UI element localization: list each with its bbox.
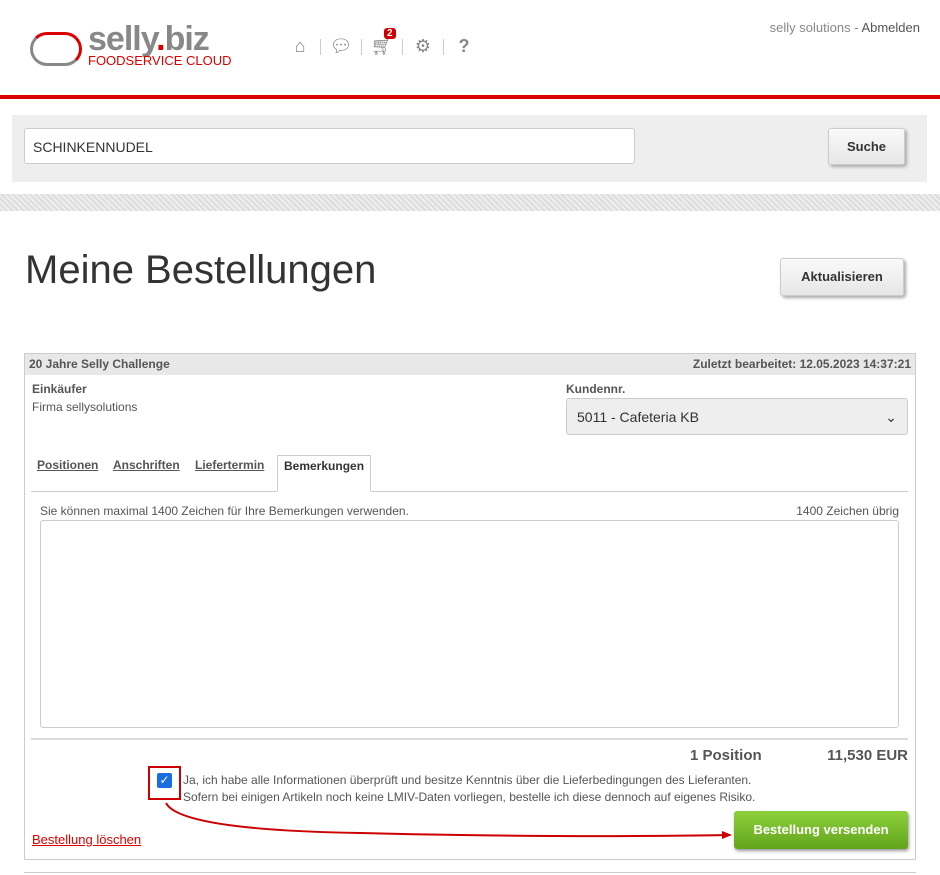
header-bar <box>0 95 940 99</box>
order-tabs: Positionen Anschriften Liefertermin Beme… <box>31 455 908 492</box>
delete-order-link[interactable]: Bestellung löschen <box>32 832 141 847</box>
buyer-value: Firma sellysolutions <box>32 400 138 414</box>
search-input[interactable]: SCHINKENNUDEL <box>24 128 635 164</box>
order-total: 11,530 EUR <box>827 747 908 764</box>
user-name: selly solutions <box>769 20 851 35</box>
confirm-line-1: Ja, ich habe alle Informationen überprüf… <box>183 773 752 787</box>
chevron-down-icon: ⌄ <box>885 409 897 425</box>
tab-anschriften[interactable]: Anschriften <box>107 455 186 475</box>
order-header: 20 Jahre Selly Challenge Zuletzt bearbeit… <box>25 354 915 375</box>
chat-icon[interactable]: 💬︎ <box>321 36 361 57</box>
confirm-checkbox[interactable]: ✓ <box>157 773 172 788</box>
send-order-button[interactable]: Bestellung versenden <box>734 811 908 849</box>
logo-subtitle: FOODSERVICE CLOUD <box>88 53 232 68</box>
search-button[interactable]: Suche <box>828 128 905 165</box>
cart-icon[interactable]: 🛒︎ 2 <box>362 28 402 57</box>
refresh-button[interactable]: Aktualisieren <box>780 258 904 296</box>
separator: - <box>850 20 862 35</box>
customer-value: 5011 - Cafeteria KB <box>577 409 699 425</box>
help-icon[interactable]: ? <box>444 36 484 57</box>
logo-icon <box>30 32 82 66</box>
divider <box>31 738 908 740</box>
main-nav: ⌂ 💬︎ 🛒︎ 2 ⚙ ? <box>280 28 484 57</box>
buyer-label: Einkäufer <box>32 382 87 396</box>
last-edited: Zuletzt bearbeitet: 12.05.2023 14:37:21 <box>692 357 911 371</box>
logout-link[interactable]: Abmelden <box>861 20 920 35</box>
gear-icon[interactable]: ⚙ <box>403 36 443 57</box>
home-icon[interactable]: ⌂ <box>280 36 320 57</box>
divider-stripe <box>0 194 940 211</box>
position-count: 1 Position <box>690 747 762 764</box>
remarks-counter: 1400 Zeichen übrig <box>796 504 899 518</box>
tab-liefertermin[interactable]: Liefertermin <box>189 455 270 475</box>
tab-positionen[interactable]: Positionen <box>31 455 104 475</box>
arrow-annotation <box>165 802 732 839</box>
order-name: 20 Jahre Selly Challenge <box>29 357 170 371</box>
remarks-textarea[interactable] <box>40 520 899 728</box>
tab-bemerkungen[interactable]: Bemerkungen <box>277 455 372 492</box>
cart-badge: 2 <box>384 28 396 39</box>
page-title: Meine Bestellungen <box>25 248 377 292</box>
customer-label: Kundennr. <box>566 382 626 396</box>
remarks-hint: Sie können maximal 1400 Zeichen für Ihre… <box>40 504 409 518</box>
user-links: selly solutions - Abmelden <box>770 20 920 35</box>
customer-select[interactable]: 5011 - Cafeteria KB ⌄ <box>566 398 908 435</box>
